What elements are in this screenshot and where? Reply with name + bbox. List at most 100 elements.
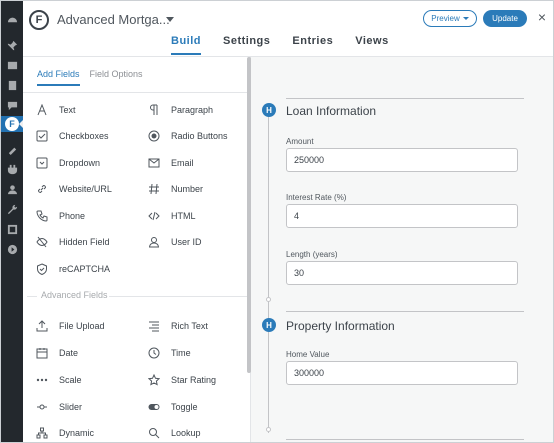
field-label: Date	[59, 348, 79, 358]
tab-entries[interactable]: Entries	[292, 35, 333, 55]
slider-icon	[35, 400, 49, 414]
search-icon	[147, 426, 161, 440]
field-time[interactable]: Time	[147, 346, 191, 360]
field-label: Scale	[59, 375, 82, 385]
field-user-id[interactable]: User ID	[147, 235, 202, 249]
field-label-length: Length (years)	[286, 250, 338, 259]
plugins-icon[interactable]	[4, 161, 20, 177]
section-divider	[286, 98, 524, 99]
amount-input[interactable]: 250000	[286, 148, 518, 172]
field-label: Hidden Field	[59, 237, 110, 247]
link-icon	[35, 182, 49, 196]
divider	[109, 296, 247, 297]
preview-button[interactable]: Preview	[423, 10, 477, 27]
field-lookup[interactable]: Lookup	[147, 426, 201, 440]
shield-icon	[35, 262, 49, 276]
chevron-down-icon	[462, 17, 469, 20]
close-icon[interactable]: ×	[535, 10, 549, 24]
length-input[interactable]: 30	[286, 261, 518, 285]
field-file-upload[interactable]: File Upload	[35, 319, 105, 333]
field-label: Website/URL	[59, 184, 112, 194]
field-label: Time	[171, 348, 191, 358]
formidable-logo-icon[interactable]: F	[29, 10, 49, 30]
tab-field-options[interactable]: Field Options	[90, 69, 143, 86]
comments-icon[interactable]	[4, 97, 20, 113]
panel-tabs: Add Fields Field Options	[37, 69, 153, 86]
radio-icon	[147, 129, 161, 143]
hash-icon	[147, 182, 161, 196]
section-title-loan[interactable]: Loan Information	[286, 104, 376, 118]
field-label: Star Rating	[171, 375, 217, 385]
calendar-icon	[35, 346, 49, 360]
home-value-input[interactable]: 300000	[286, 361, 518, 385]
field-recaptcha[interactable]: reCAPTCHA	[35, 262, 110, 276]
field-date[interactable]: Date	[35, 346, 78, 360]
field-label: Dynamic	[59, 428, 95, 438]
field-label: Text	[59, 105, 76, 115]
tab-settings[interactable]: Settings	[223, 35, 270, 55]
field-website-url[interactable]: Website/URL	[35, 182, 112, 196]
settings-icon[interactable]	[4, 221, 20, 237]
formidable-logo: F	[5, 117, 19, 131]
field-scale[interactable]: Scale	[35, 373, 82, 387]
interest-rate-input[interactable]: 4	[286, 204, 518, 228]
formidable-icon[interactable]: F	[1, 116, 23, 132]
divider	[23, 92, 250, 93]
dashboard-icon[interactable]	[4, 11, 20, 27]
media-icon[interactable]	[4, 57, 20, 73]
users-icon[interactable]	[4, 181, 20, 197]
paragraph-icon	[147, 103, 161, 117]
section-heading-text: Advanced Fields	[41, 290, 108, 300]
pages-icon[interactable]	[4, 77, 20, 93]
text-icon	[35, 103, 49, 117]
chevron-down-icon[interactable]	[166, 17, 174, 22]
field-slider[interactable]: Slider	[35, 400, 82, 414]
field-label-interest-rate: Interest Rate (%)	[286, 193, 347, 202]
update-button[interactable]: Update	[483, 10, 527, 27]
section-end-dot	[266, 297, 271, 302]
field-label: Radio Buttons	[171, 131, 228, 141]
form-title[interactable]: Advanced Mortga...	[57, 12, 170, 27]
sitemap-icon	[35, 426, 49, 440]
field-dynamic[interactable]: Dynamic	[35, 426, 94, 440]
field-text[interactable]: Text	[35, 103, 76, 117]
field-toggle[interactable]: Toggle	[147, 400, 198, 414]
heading-badge-icon[interactable]: H	[262, 103, 276, 117]
code-icon	[147, 209, 161, 223]
field-label: Toggle	[171, 402, 198, 412]
field-label: Dropdown	[59, 158, 101, 168]
field-number[interactable]: Number	[147, 182, 203, 196]
section-title-property[interactable]: Property Information	[286, 319, 395, 333]
advanced-fields-heading: Advanced Fields	[23, 290, 250, 302]
tab-build[interactable]: Build	[171, 35, 201, 55]
field-label: Email	[171, 158, 194, 168]
app-window: F F Advanced Mortga... Build Settings En…	[0, 0, 554, 443]
collapse-icon[interactable]	[4, 241, 20, 257]
field-label: Checkboxes	[59, 131, 109, 141]
field-email[interactable]: Email	[147, 156, 194, 170]
field-radio-buttons[interactable]: Radio Buttons	[147, 129, 228, 143]
field-checkboxes[interactable]: Checkboxes	[35, 129, 109, 143]
field-paragraph[interactable]: Paragraph	[147, 103, 213, 117]
form-canvas: H Loan Information Amount 250000 Interes…	[251, 57, 553, 442]
tab-views[interactable]: Views	[355, 35, 389, 55]
field-star-rating[interactable]: Star Rating	[147, 373, 216, 387]
field-label: Number	[171, 184, 204, 194]
field-html[interactable]: HTML	[147, 209, 196, 223]
builder-nav: Build Settings Entries Views	[171, 35, 411, 55]
fields-panel: Add Fields Field Options Text Paragraph …	[23, 57, 251, 442]
field-dropdown[interactable]: Dropdown	[35, 156, 100, 170]
appearance-icon[interactable]	[4, 141, 20, 157]
tab-add-fields[interactable]: Add Fields	[37, 69, 80, 86]
heading-badge-icon[interactable]: H	[262, 318, 276, 332]
align-icon	[147, 319, 161, 333]
section-divider	[286, 311, 524, 312]
field-label: Lookup	[171, 428, 201, 438]
tools-icon[interactable]	[4, 201, 20, 217]
field-phone[interactable]: Phone	[35, 209, 85, 223]
field-rich-text[interactable]: Rich Text	[147, 319, 208, 333]
email-icon	[147, 156, 161, 170]
pin-icon[interactable]	[4, 37, 20, 53]
field-hidden-field[interactable]: Hidden Field	[35, 235, 110, 249]
field-label: Slider	[59, 402, 83, 412]
